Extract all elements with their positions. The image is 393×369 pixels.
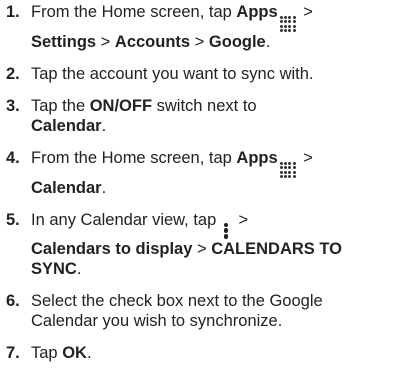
apps-label: Apps <box>236 3 278 21</box>
step-number: 1. <box>6 3 20 21</box>
accounts-label: Accounts <box>114 33 191 51</box>
apps-grid-icon <box>279 162 296 178</box>
step-number: 6. <box>6 291 20 310</box>
step-text: In any Calendar view, tap > Calendars to… <box>31 211 342 278</box>
google-label: Google <box>208 33 266 51</box>
step-text: Tap OK. <box>31 343 92 362</box>
step-7: 7. Tap OK. <box>6 343 387 363</box>
step-1: 1. From the Home screen, tap Apps > Sett… <box>6 2 387 52</box>
ok-label: OK <box>62 343 87 362</box>
step-2: 2. Tap the account you want to sync with… <box>6 64 387 84</box>
step-text: Tap the ON/OFF switch next to Calendar. <box>31 97 257 135</box>
step-number: 7. <box>6 343 20 362</box>
instruction-document: 1. From the Home screen, tap Apps > Sett… <box>0 0 393 369</box>
step-6: 6. Select the check box next to the Goog… <box>6 291 387 331</box>
step-number: 4. <box>6 149 20 167</box>
step-text: Tap the account you want to sync with. <box>31 65 314 83</box>
step-4: 4. From the Home screen, tap Apps > Cale… <box>6 148 387 198</box>
step-text: From the Home screen, tap Apps > Calenda… <box>31 149 313 197</box>
apps-grid-icon <box>279 16 296 32</box>
calendars-to-display-label: Calendars to display <box>31 239 193 258</box>
step-number: 2. <box>6 65 20 83</box>
step-3: 3. Tap the ON/OFF switch next to Calenda… <box>6 96 387 136</box>
step-text: From the Home screen, tap Apps > Setting… <box>31 3 313 51</box>
step-text: Select the check box next to the Google … <box>31 291 323 330</box>
on-off-label: ON/OFF <box>89 97 153 115</box>
step-number: 5. <box>6 211 20 229</box>
vertical-dots-menu-icon <box>223 222 230 239</box>
step-number: 3. <box>6 97 20 115</box>
calendar-label: Calendar <box>31 117 102 135</box>
settings-label: Settings <box>31 33 97 51</box>
steps-list: 1. From the Home screen, tap Apps > Sett… <box>6 2 387 363</box>
step-5: 5. In any Calendar view, tap > Calendars… <box>6 210 387 279</box>
apps-label: Apps <box>236 149 278 167</box>
calendar-label: Calendar <box>31 179 102 197</box>
